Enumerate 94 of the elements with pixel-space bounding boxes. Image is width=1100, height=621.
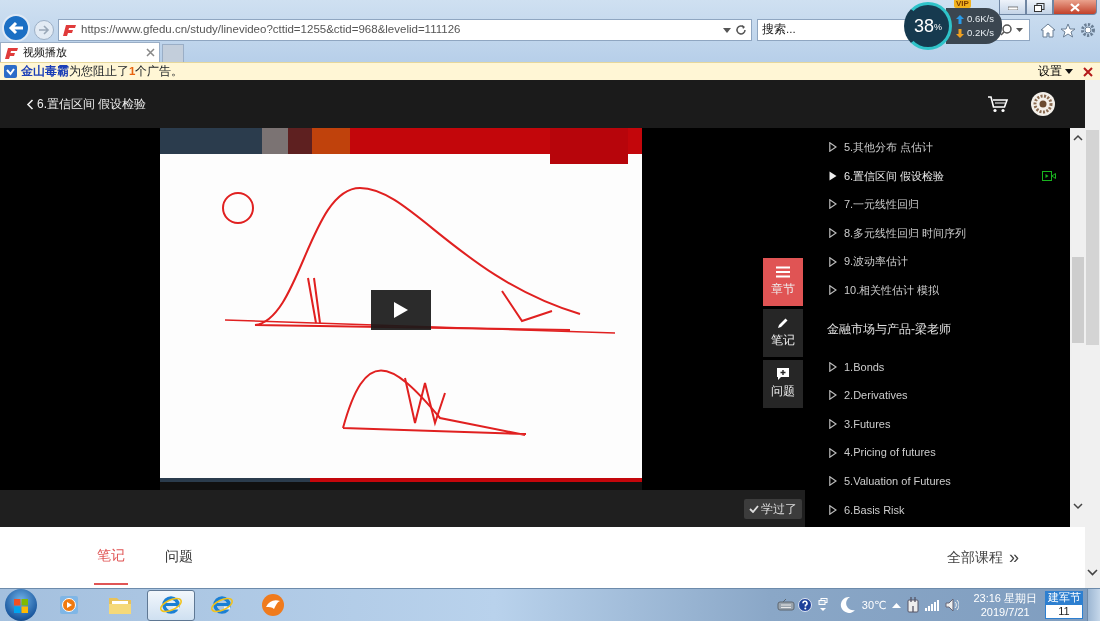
chapter-item[interactable]: 2.Derivatives — [805, 381, 1070, 410]
folder-icon — [108, 595, 132, 615]
home-icon[interactable] — [1040, 22, 1056, 38]
caret-down-icon — [1065, 69, 1073, 74]
help-icon[interactable] — [797, 598, 812, 612]
scroll-down-icon[interactable] — [1087, 569, 1098, 576]
chapter-item[interactable]: 7.一元线性回归 — [805, 190, 1070, 219]
browser-tab[interactable]: 视频播放 — [0, 42, 160, 62]
chapter-item[interactable]: 10.相关性估计 模拟 — [805, 275, 1070, 305]
cart-icon[interactable] — [987, 95, 1009, 113]
download-arrow-icon — [956, 28, 964, 38]
menu-icon — [776, 265, 790, 278]
scrollbar-thumb[interactable] — [1086, 130, 1099, 345]
scrollbar-thumb[interactable] — [1071, 257, 1084, 343]
taskbar-app[interactable] — [147, 589, 195, 621]
site-logo-icon — [63, 24, 77, 36]
clock-date: 2019/7/21 — [980, 605, 1030, 619]
double-chevron: » — [1009, 546, 1019, 569]
star-icon[interactable] — [1060, 22, 1076, 38]
back-link[interactable]: 6.置信区间 假设检验 — [26, 95, 147, 113]
settings-menu[interactable]: 设置 — [1038, 62, 1073, 81]
close-icon — [1070, 2, 1080, 12]
section-heading: 金融市场与产品-梁老师 — [826, 320, 952, 338]
search-input[interactable]: 搜索... — [762, 21, 892, 39]
chapter-item[interactable]: 5.Valuation of Futures — [805, 466, 1070, 496]
temperature: 30℃ — [861, 597, 887, 613]
chapter-item[interactable]: 9.波动率估计 — [805, 247, 1070, 276]
chapter-item[interactable]: 8.多元线性回归 时间序列 — [805, 218, 1070, 248]
keyboard-icon[interactable] — [776, 599, 795, 611]
brand-link[interactable]: 金山毒霸 — [21, 62, 69, 81]
back-button[interactable] — [2, 14, 30, 42]
learned-button[interactable]: 学过了 — [744, 498, 802, 519]
shield-icon — [4, 65, 17, 78]
caret-up-icon[interactable] — [892, 602, 902, 608]
chapter-item[interactable]: 6.置信区间 假设检验 — [805, 161, 1070, 191]
minimize-icon — [1007, 4, 1018, 10]
scroll-down-icon[interactable] — [1072, 503, 1083, 510]
show-desktop-button[interactable] — [1087, 588, 1100, 621]
windows-flag-icon — [13, 597, 29, 614]
content-tab[interactable]: 笔记 — [94, 527, 128, 585]
pencil-icon — [777, 316, 789, 329]
chevron-left-icon — [26, 98, 34, 110]
clock-time: 23:16 — [973, 592, 1001, 604]
signal-icon[interactable] — [925, 599, 940, 611]
clock-weekday: 星期日 — [1004, 592, 1037, 604]
forward-arrow-icon — [38, 25, 50, 35]
url-input[interactable]: https://www.gfedu.cn/study/linevideo?cttid=1255&ctid=968&levelid=111126 — [81, 21, 719, 39]
dropdown-caret-icon[interactable] — [723, 27, 731, 33]
address-field[interactable]: https://www.gfedu.cn/study/linevideo?cttid=1255&ctid=968&levelid=111126 — [58, 19, 752, 41]
all-courses-link[interactable]: 全部课程 » — [941, 527, 1025, 588]
browser-icon — [210, 594, 234, 616]
chapter-item[interactable]: 5.其他分布 点估计 — [805, 133, 1070, 162]
play-button[interactable] — [371, 290, 431, 330]
chapter-item[interactable]: 1.Bonds — [805, 352, 1070, 382]
settings-icon[interactable] — [1080, 22, 1096, 38]
avatar[interactable] — [1031, 92, 1055, 116]
refresh-icon[interactable] — [735, 24, 747, 36]
chapter-item[interactable]: 4.Pricing of futures — [805, 438, 1070, 467]
restore-button[interactable] — [1026, 0, 1053, 15]
plug-icon[interactable] — [907, 597, 920, 613]
side-tab-button[interactable]: 笔记 — [763, 309, 803, 357]
restore-icon — [1034, 2, 1045, 12]
close-button[interactable] — [1053, 0, 1097, 15]
chapter-item[interactable]: 3.Futures — [805, 409, 1070, 439]
vip-badge: VIP — [954, 0, 971, 8]
media-player-icon — [58, 594, 80, 616]
upload-arrow-icon — [956, 14, 964, 24]
back-arrow-icon — [8, 21, 24, 35]
holiday-day: 11 — [1045, 604, 1083, 619]
site-logo-icon — [5, 46, 19, 59]
moon-icon — [839, 596, 856, 614]
check-icon — [749, 504, 759, 513]
start-button[interactable] — [5, 589, 37, 621]
close-icon[interactable] — [146, 48, 155, 57]
side-tab-button[interactable]: 问题 — [763, 360, 803, 408]
load-unit: % — [934, 22, 942, 35]
play-icon — [393, 301, 409, 319]
search-icon[interactable] — [999, 24, 1025, 36]
display-icon[interactable] — [817, 598, 828, 612]
comment-icon — [776, 367, 790, 381]
scroll-up-icon[interactable] — [1072, 134, 1083, 141]
content-tab[interactable]: 问题 — [162, 527, 196, 588]
browser-icon — [159, 594, 183, 616]
close-icon[interactable] — [1083, 66, 1093, 77]
chapter-item[interactable]: 6.Basis Risk — [805, 495, 1070, 525]
speaker-icon[interactable] — [945, 598, 960, 612]
video-icon — [1042, 170, 1056, 181]
download-speed: 0.2K/s — [967, 26, 994, 40]
notice-text: 为您阻止了1个广告。 — [69, 63, 184, 79]
tab-title: 视频播放 — [23, 45, 68, 61]
holiday-label: 建军节 — [1045, 591, 1083, 604]
scrollbar[interactable] — [1070, 128, 1085, 527]
browser-icon — [261, 593, 285, 617]
page-scrollbar[interactable] — [1085, 80, 1100, 588]
